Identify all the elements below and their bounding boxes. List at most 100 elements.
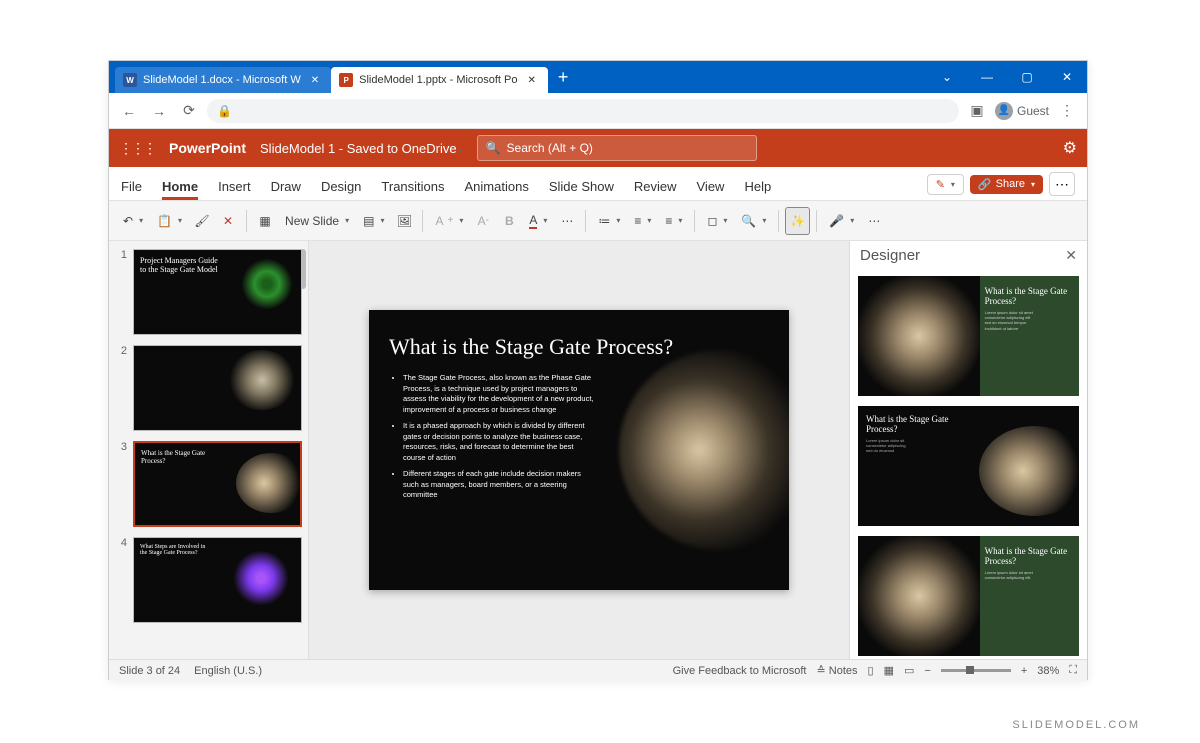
- slide-thumbnail-1[interactable]: Project Managers Guide to the Stage Gate…: [133, 249, 302, 335]
- card-body-preview: Lorem ipsum dolor sit ametconsectetur ad…: [985, 570, 1073, 580]
- designer-suggestions[interactable]: What is the Stage Gate Process? Lorem ip…: [850, 270, 1087, 659]
- document-title[interactable]: SlideModel 1 - Saved to OneDrive▾: [260, 141, 463, 156]
- zoom-in-button[interactable]: +: [1021, 665, 1027, 677]
- paste-button[interactable]: 📋▾: [151, 207, 188, 235]
- numbered-list-button[interactable]: ≡▾: [628, 207, 657, 235]
- share-button[interactable]: 🔗 Share ▾: [970, 175, 1043, 194]
- ribbon-tab-home[interactable]: Home: [162, 179, 198, 200]
- slide-canvas-area[interactable]: What is the Stage Gate Process? The Stag…: [309, 241, 849, 659]
- ribbon-tab-view[interactable]: View: [697, 179, 725, 200]
- ribbon-tab-animations[interactable]: Animations: [465, 179, 529, 200]
- bullet-list-button[interactable]: ≔▾: [592, 207, 626, 235]
- new-slide-button[interactable]: New Slide▾: [279, 207, 355, 235]
- increase-font-button[interactable]: A+▾: [429, 207, 469, 235]
- shapes-button[interactable]: ◻▾: [701, 207, 733, 235]
- card-title: What is the Stage Gate Process?: [985, 546, 1073, 566]
- url-input[interactable]: 🔒: [207, 99, 959, 123]
- slide-thumbnail-2[interactable]: [133, 345, 302, 431]
- card-image: [858, 276, 980, 396]
- slide-canvas[interactable]: What is the Stage Gate Process? The Stag…: [369, 310, 789, 590]
- card-image: [858, 536, 980, 656]
- slide-bullets[interactable]: The Stage Gate Process, also known as th…: [389, 373, 598, 501]
- slide-thumbnail-4[interactable]: What Steps are Involved in the Stage Gat…: [133, 537, 302, 623]
- browser-tab-powerpoint[interactable]: P SlideModel 1.pptx - Microsoft Po ✕: [331, 67, 548, 93]
- reading-view-icon[interactable]: ▭: [904, 664, 914, 677]
- ribbon-tab-design[interactable]: Design: [321, 179, 361, 200]
- new-tab-button[interactable]: +: [548, 67, 579, 88]
- find-button[interactable]: 🔍▾: [735, 207, 772, 235]
- browser-tab-word[interactable]: W SlideModel 1.docx - Microsoft W ✕: [115, 67, 331, 93]
- window-controls: ⌄ — ▢ ✕: [927, 61, 1087, 93]
- editing-mode-button[interactable]: ✎▾: [927, 174, 964, 195]
- install-app-icon[interactable]: ▣: [965, 99, 989, 123]
- normal-view-icon[interactable]: ▯: [868, 664, 874, 677]
- ribbon-tab-help[interactable]: Help: [744, 179, 771, 200]
- decrease-font-button[interactable]: A-: [471, 207, 495, 235]
- zoom-slider[interactable]: [941, 669, 1011, 672]
- thumb-number: 1: [115, 249, 127, 335]
- close-designer-icon[interactable]: ✕: [1065, 247, 1077, 264]
- format-painter-button[interactable]: 🖌: [190, 207, 214, 235]
- zoom-percent[interactable]: 38%: [1037, 665, 1059, 677]
- reload-button[interactable]: ⟳: [177, 99, 201, 123]
- sorter-view-icon[interactable]: ▦: [884, 664, 894, 677]
- thumb-number: 2: [115, 345, 127, 431]
- design-suggestion-3[interactable]: What is the Stage Gate Process? Lorem ip…: [858, 536, 1079, 656]
- layout-button[interactable]: ▤▾: [357, 207, 390, 235]
- ribbon-tab-transitions[interactable]: Transitions: [381, 179, 444, 200]
- fit-to-window-icon[interactable]: ⛶: [1069, 664, 1077, 677]
- lock-icon: 🔒: [217, 104, 232, 118]
- site-attribution: SLIDEMODEL.COM: [1012, 719, 1140, 731]
- design-suggestion-2[interactable]: What is the Stage Gate Process? Lorem ip…: [858, 406, 1079, 526]
- app-launcher-icon[interactable]: ⋮⋮⋮: [119, 140, 155, 157]
- profile-button[interactable]: 👤 Guest: [995, 102, 1049, 120]
- thumbnail-row: 2: [115, 345, 302, 431]
- delete-button[interactable]: ✕: [216, 207, 240, 235]
- notes-button[interactable]: ≙ Notes: [816, 664, 857, 677]
- image-button[interactable]: 🖼: [392, 207, 416, 235]
- ribbon-tab-review[interactable]: Review: [634, 179, 677, 200]
- app-header: ⋮⋮⋮ PowerPoint SlideModel 1 - Saved to O…: [109, 129, 1087, 167]
- close-tab-icon[interactable]: ✕: [307, 75, 323, 86]
- add-slide-icon[interactable]: ▦: [253, 207, 277, 235]
- ribbon-tab-draw[interactable]: Draw: [271, 179, 301, 200]
- maximize-button[interactable]: ▢: [1007, 61, 1047, 93]
- ppt-favicon: P: [339, 73, 353, 87]
- language-status[interactable]: English (U.S.): [194, 665, 262, 677]
- feedback-link[interactable]: Give Feedback to Microsoft: [673, 665, 807, 677]
- search-input[interactable]: 🔍 Search (Alt + Q): [477, 135, 757, 161]
- pencil-icon: ✎: [936, 178, 945, 191]
- back-button[interactable]: ←: [117, 99, 141, 123]
- align-button[interactable]: ≡▾: [659, 207, 688, 235]
- ribbon-tab-file[interactable]: File: [121, 179, 142, 200]
- slide-thumbnail-panel[interactable]: 1 Project Managers Guide to the Stage Ga…: [109, 241, 309, 659]
- more-font-button[interactable]: ⋯: [555, 207, 579, 235]
- designer-button[interactable]: ✨: [785, 207, 810, 235]
- close-window-button[interactable]: ✕: [1047, 61, 1087, 93]
- forward-button[interactable]: →: [147, 99, 171, 123]
- dictate-button[interactable]: 🎤▾: [823, 207, 860, 235]
- slide-thumbnail-3[interactable]: What is the Stage Gate Process?: [133, 441, 302, 527]
- mandala-graphic: [237, 254, 297, 314]
- card-body-preview: Lorem ipsum dolor sitconsectetur adipisc…: [866, 438, 958, 454]
- zoom-out-button[interactable]: −: [924, 665, 930, 677]
- minimize-button[interactable]: —: [967, 61, 1007, 93]
- undo-button[interactable]: ↶▾: [117, 207, 149, 235]
- ribbon-tab-slideshow[interactable]: Slide Show: [549, 179, 614, 200]
- font-color-button[interactable]: A▾: [523, 207, 553, 235]
- home-toolbar: ↶▾ 📋▾ 🖌 ✕ ▦ New Slide▾ ▤▾ 🖼 A+▾ A- B A▾ …: [109, 201, 1087, 241]
- chevron-down-icon[interactable]: ⌄: [927, 61, 967, 93]
- workspace: 1 Project Managers Guide to the Stage Ga…: [109, 241, 1087, 659]
- bold-button[interactable]: B: [497, 207, 521, 235]
- more-options-button[interactable]: ⋯: [1049, 172, 1075, 196]
- browser-window: W SlideModel 1.docx - Microsoft W ✕ P Sl…: [108, 60, 1088, 680]
- design-suggestion-1[interactable]: What is the Stage Gate Process? Lorem ip…: [858, 276, 1079, 396]
- slide-counter[interactable]: Slide 3 of 24: [119, 665, 180, 677]
- avatar-icon: 👤: [995, 102, 1013, 120]
- app-name: PowerPoint: [169, 140, 246, 156]
- browser-menu-icon[interactable]: ⋮: [1055, 99, 1079, 123]
- settings-icon[interactable]: ⚙: [1063, 138, 1077, 158]
- close-tab-icon[interactable]: ✕: [523, 75, 539, 86]
- ribbon-tab-insert[interactable]: Insert: [218, 179, 251, 200]
- toolbar-overflow-button[interactable]: ⋯: [862, 207, 886, 235]
